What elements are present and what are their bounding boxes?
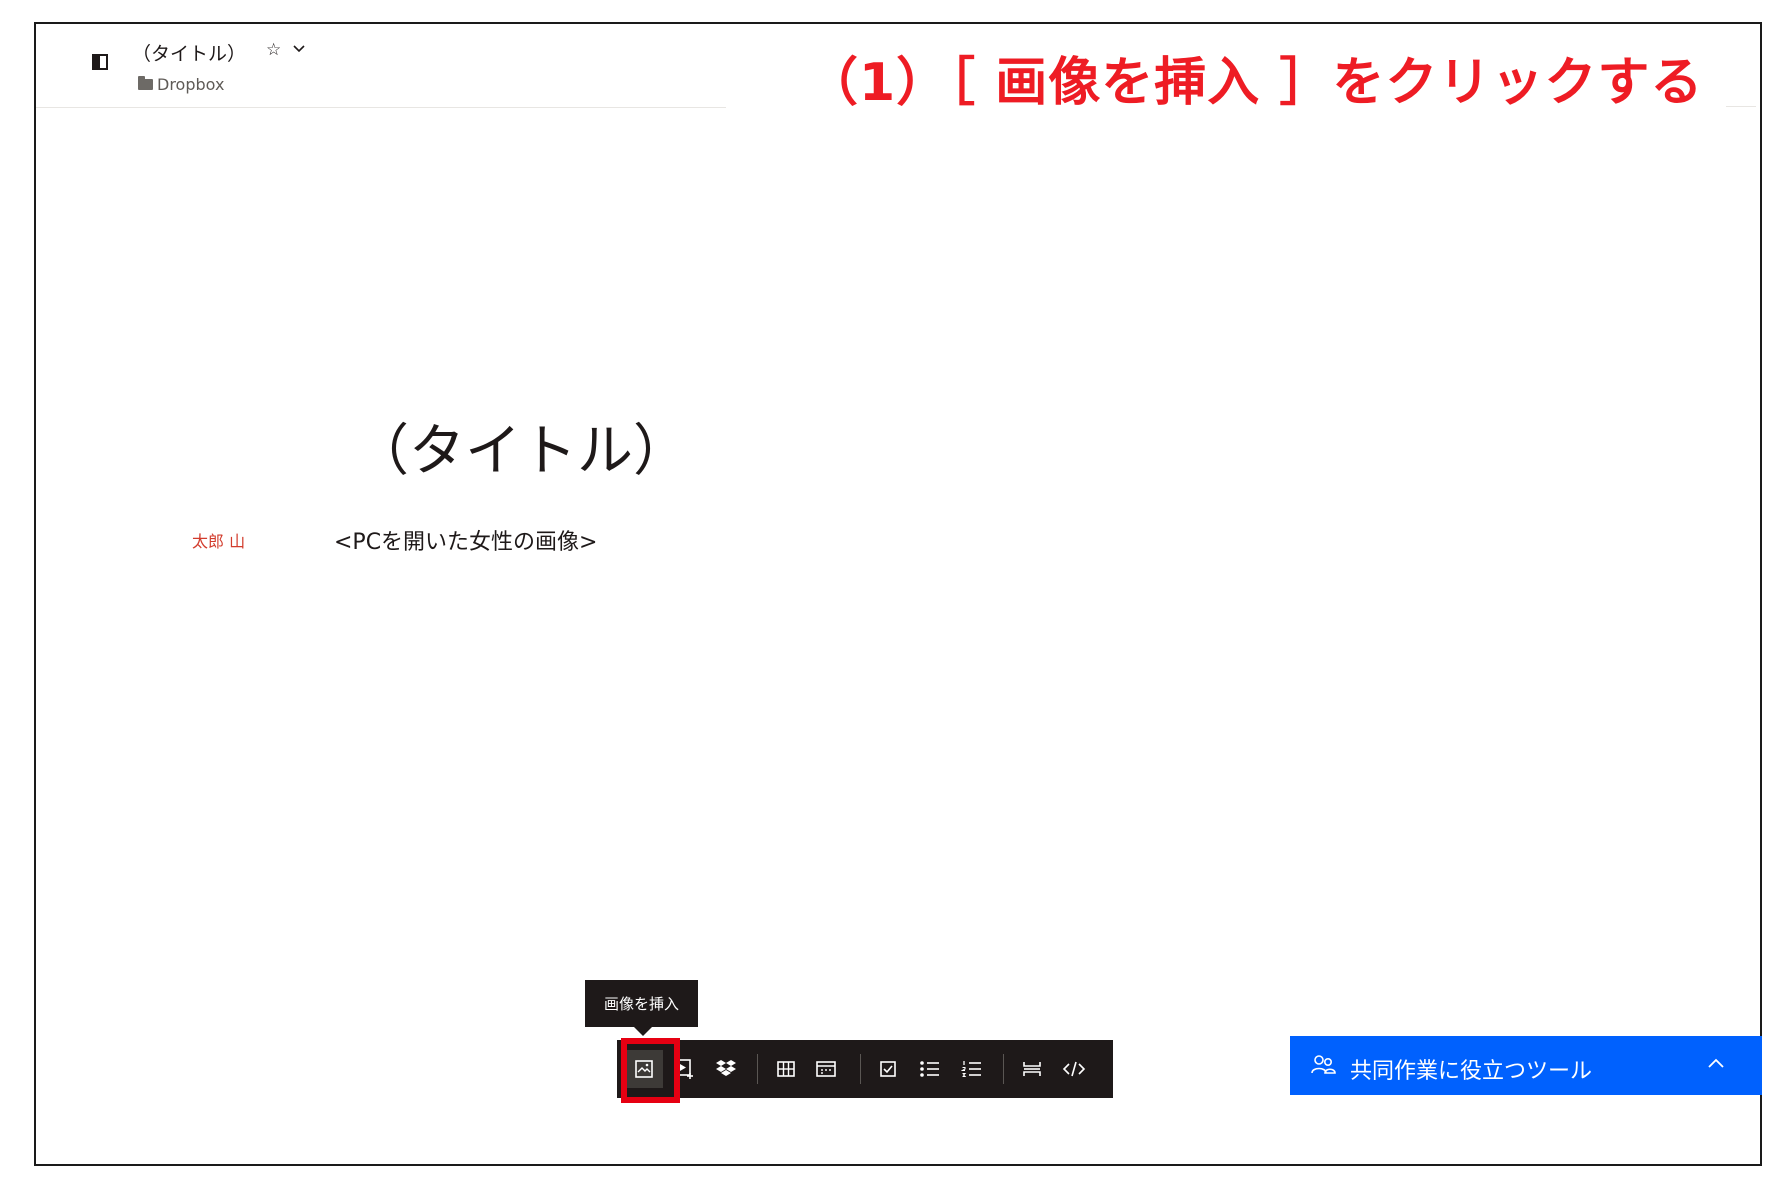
breadcrumb[interactable]: Dropbox	[138, 74, 224, 94]
table-button[interactable]	[767, 1050, 805, 1088]
toolbar-separator	[860, 1054, 861, 1084]
header-divider-right	[1726, 106, 1756, 107]
header-divider	[36, 107, 726, 108]
star-icon[interactable]: ☆	[266, 40, 281, 60]
highlight-box	[621, 1038, 680, 1103]
doc-title-header[interactable]: （タイトル）	[132, 39, 246, 66]
page-title[interactable]: （タイトル）	[353, 406, 689, 487]
numbered-list-button[interactable]	[953, 1050, 991, 1088]
chevron-up-icon[interactable]	[1706, 1056, 1726, 1070]
collaboration-tools-label: 共同作業に役立つツール	[1350, 1059, 1593, 1084]
checkbox-icon	[880, 1061, 896, 1077]
toolbar-separator	[1003, 1054, 1004, 1084]
checklist-button[interactable]	[869, 1050, 907, 1088]
divider-button[interactable]	[1013, 1050, 1051, 1088]
folder-icon	[138, 76, 153, 90]
tooltip-arrow	[634, 1027, 652, 1036]
divider-icon	[1023, 1062, 1041, 1076]
timeline-button[interactable]	[807, 1050, 845, 1088]
people-icon	[1311, 1055, 1336, 1074]
collaboration-tools-bar[interactable]: 共同作業に役立つツール	[1290, 1036, 1762, 1095]
numbered-list-icon	[961, 1061, 981, 1078]
body-text[interactable]: <PCを開いた女性の画像>	[334, 524, 598, 556]
dropbox-icon	[716, 1060, 736, 1076]
insert-toolbar	[617, 1040, 1113, 1098]
chevron-down-icon[interactable]	[290, 42, 308, 56]
table-icon	[777, 1061, 795, 1077]
folder-name[interactable]: Dropbox	[157, 75, 224, 94]
code-icon	[1062, 1061, 1086, 1077]
timeline-icon	[816, 1061, 836, 1077]
doc-header: （タイトル） ☆ Dropbox	[36, 24, 726, 108]
dropbox-button[interactable]	[707, 1050, 745, 1088]
code-block-button[interactable]	[1055, 1050, 1093, 1088]
bullet-list-icon	[920, 1061, 939, 1077]
sidebar-toggle-icon[interactable]	[92, 54, 108, 70]
instruction-annotation: （1）［ 画像を挿入 ］をクリックする	[806, 53, 1704, 113]
bullet-list-button[interactable]	[911, 1050, 949, 1088]
document-window: （タイトル） ☆ Dropbox （タイトル） 太郎 山 <PCを開いた女性の画…	[34, 22, 1762, 1166]
insert-image-tooltip: 画像を挿入	[585, 980, 698, 1027]
author-chip: 太郎 山	[192, 532, 246, 551]
toolbar-separator	[757, 1054, 758, 1084]
